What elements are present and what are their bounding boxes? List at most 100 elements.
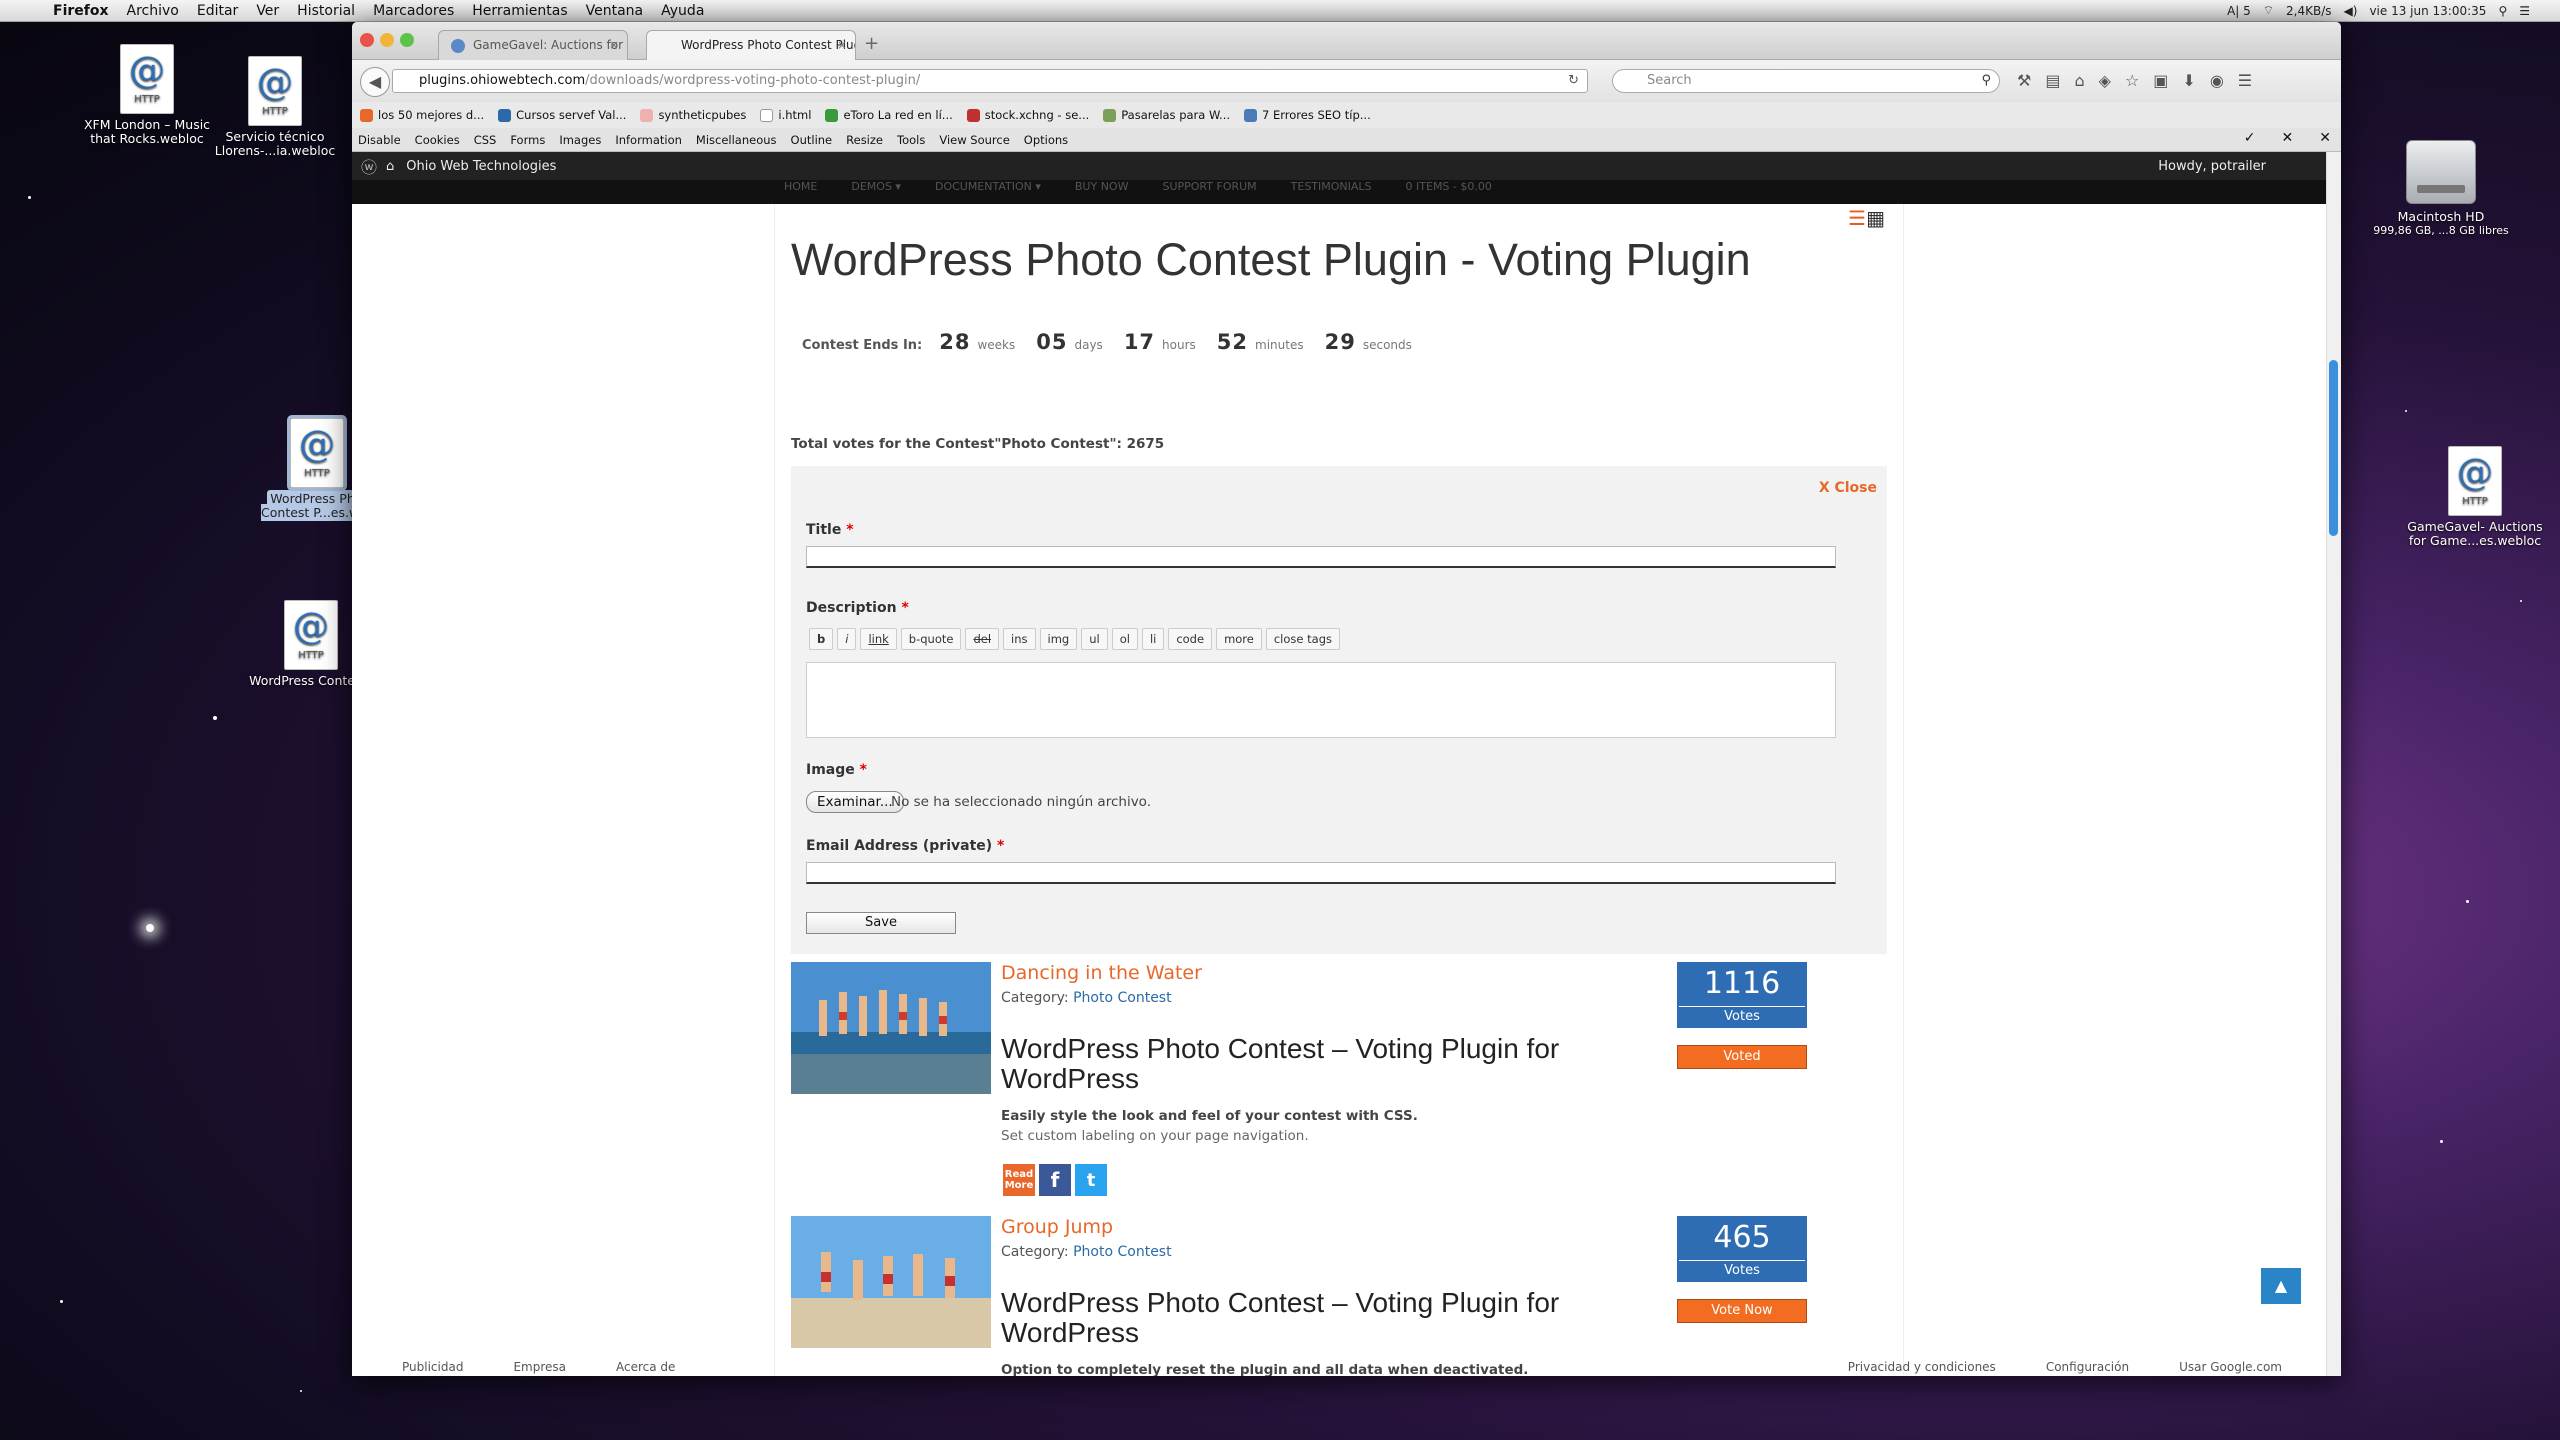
page-scrollbar[interactable] bbox=[2326, 152, 2341, 1376]
devtool-resize[interactable]: Resize bbox=[846, 133, 883, 147]
twitter-icon[interactable]: t bbox=[1075, 1164, 1107, 1196]
close-tab-icon[interactable]: × bbox=[837, 31, 847, 59]
home-icon[interactable]: ⌂ bbox=[386, 159, 394, 174]
devtool-information[interactable]: Information bbox=[615, 133, 682, 147]
tab-gamegavel[interactable]: GameGavel: Auctions for ... × bbox=[438, 30, 628, 60]
back-button[interactable]: ◀ bbox=[360, 67, 390, 97]
vote-now-button[interactable]: Vote Now bbox=[1677, 1299, 1807, 1323]
volume-icon[interactable]: ◀) bbox=[2344, 4, 2358, 18]
devtool-tools[interactable]: Tools bbox=[897, 133, 925, 147]
tab-wordpress-photo[interactable]: WordPress Photo Contest Plug... × bbox=[646, 30, 856, 60]
list-view-icon[interactable]: ☰ bbox=[1848, 206, 1866, 230]
menu-archivo[interactable]: Archivo bbox=[118, 3, 188, 19]
screenshot-icon[interactable]: ◉ bbox=[2210, 71, 2224, 90]
menu-editar[interactable]: Editar bbox=[188, 3, 247, 19]
qt-ol-button[interactable]: ol bbox=[1111, 628, 1138, 650]
bookmark-item[interactable]: Pasarelas para W... bbox=[1103, 108, 1230, 122]
voted-button[interactable]: Voted bbox=[1677, 1045, 1807, 1069]
devtool-disable[interactable]: Disable bbox=[358, 133, 401, 147]
spotlight-icon[interactable]: ⚲ bbox=[2498, 4, 2507, 18]
wifi-icon[interactable]: ⌔ bbox=[2263, 3, 2274, 18]
search-input[interactable]: Search ⚲ bbox=[1612, 69, 2000, 93]
close-window-button[interactable] bbox=[360, 33, 374, 47]
scroll-to-top-button[interactable]: ▲ bbox=[2261, 1268, 2301, 1304]
downloads-icon[interactable]: ⬇ bbox=[2182, 71, 2195, 90]
new-tab-button[interactable]: + bbox=[864, 30, 879, 58]
addon-icon[interactable]: ◈ bbox=[2099, 71, 2111, 90]
browse-file-button[interactable]: Examinar... bbox=[806, 791, 904, 813]
devtool-images[interactable]: Images bbox=[559, 133, 601, 147]
qt-bquote-button[interactable]: b-quote bbox=[900, 628, 962, 650]
nav-support-forum[interactable]: SUPPORT FORUM bbox=[1162, 180, 1256, 194]
title-input[interactable] bbox=[806, 546, 1836, 568]
qt-li-button[interactable]: li bbox=[1141, 628, 1165, 650]
menu-historial[interactable]: Historial bbox=[288, 3, 364, 19]
home-icon[interactable]: ⌂ bbox=[2074, 71, 2084, 90]
tools-icon[interactable]: ⚒ bbox=[2017, 71, 2031, 90]
qt-bold-button[interactable]: b bbox=[809, 628, 834, 650]
nav-demos[interactable]: DEMOS ▾ bbox=[851, 180, 901, 194]
qt-italic-button[interactable]: i bbox=[837, 628, 857, 650]
description-textarea[interactable] bbox=[806, 662, 1836, 738]
qt-ins-button[interactable]: ins bbox=[1003, 628, 1036, 650]
devtool-miscellaneous[interactable]: Miscellaneous bbox=[696, 133, 777, 147]
devtool-outline[interactable]: Outline bbox=[791, 133, 833, 147]
email-input[interactable] bbox=[806, 862, 1836, 884]
close-icon[interactable]: ✕ bbox=[2282, 130, 2294, 146]
clock[interactable]: vie 13 jun 13:00:35 bbox=[2369, 4, 2486, 18]
devtool-forms[interactable]: Forms bbox=[510, 133, 545, 147]
bookmark-item[interactable]: stock.xchng - se... bbox=[966, 108, 1089, 122]
devtool-css[interactable]: CSS bbox=[474, 133, 497, 147]
desktop-icon-gamegavel[interactable]: @ HTTP GameGavel- Auctions for Game...es.… bbox=[2400, 446, 2550, 548]
menu-ayuda[interactable]: Ayuda bbox=[652, 3, 713, 19]
adobe-status-icon[interactable]: A| 5 bbox=[2227, 4, 2251, 18]
zoom-window-button[interactable] bbox=[400, 33, 414, 47]
qt-img-button[interactable]: img bbox=[1039, 628, 1078, 650]
qt-code-button[interactable]: code bbox=[1168, 628, 1213, 650]
qt-link-button[interactable]: link bbox=[860, 628, 897, 650]
howdy-user[interactable]: Howdy, potrailer bbox=[2158, 159, 2326, 174]
qt-more-button[interactable]: more bbox=[1216, 628, 1262, 650]
desktop-icon-servicio[interactable]: @ HTTP Servicio técnico Llorens-...ia.web… bbox=[200, 56, 350, 158]
menu-ventana[interactable]: Ventana bbox=[577, 3, 653, 19]
read-more-button[interactable]: Read More bbox=[1003, 1164, 1035, 1196]
entry-photo[interactable] bbox=[791, 962, 991, 1094]
feed-icon[interactable]: ▤ bbox=[2045, 71, 2060, 90]
menu-marcadores[interactable]: Marcadores bbox=[364, 3, 463, 19]
menu-app[interactable]: Firefox bbox=[44, 3, 118, 19]
close-tab-icon[interactable]: × bbox=[609, 31, 619, 59]
search-icon[interactable]: ⚲ bbox=[1981, 70, 1991, 92]
bookmark-item[interactable]: los 50 mejores d... bbox=[360, 108, 484, 122]
bookmark-item[interactable]: 7 Errores SEO típ... bbox=[1244, 108, 1371, 122]
url-bar[interactable]: plugins.ohiowebtech.com/downloads/wordpr… bbox=[392, 69, 1588, 93]
bookmark-item[interactable]: syntheticpubes bbox=[640, 108, 746, 122]
nav-home[interactable]: HOME bbox=[784, 180, 817, 194]
devtool-options[interactable]: Options bbox=[1024, 133, 1068, 147]
entry-title[interactable]: Dancing in the Water bbox=[1001, 962, 1202, 984]
category-link[interactable]: Photo Contest bbox=[1073, 1244, 1172, 1260]
nav-buy-now[interactable]: BUY NOW bbox=[1075, 180, 1129, 194]
nav-cart[interactable]: 0 ITEMS - $0.00 bbox=[1406, 180, 1492, 194]
close-form-button[interactable]: X Close bbox=[1819, 480, 1877, 496]
qt-ul-button[interactable]: ul bbox=[1081, 628, 1108, 650]
wordpress-logo-icon[interactable]: ⓦ bbox=[352, 154, 386, 178]
desktop-icon-hdd[interactable]: Macintosh HD 999,86 GB, ...8 GB libres bbox=[2366, 140, 2516, 238]
entry-title[interactable]: Group Jump bbox=[1001, 1216, 1113, 1238]
menu-ver[interactable]: Ver bbox=[247, 3, 288, 19]
nav-documentation[interactable]: DOCUMENTATION ▾ bbox=[935, 180, 1041, 194]
qt-close-tags-button[interactable]: close tags bbox=[1265, 628, 1340, 650]
menu-herramientas[interactable]: Herramientas bbox=[463, 3, 576, 19]
star-icon[interactable]: ☆ bbox=[2125, 71, 2139, 90]
bookmark-item[interactable]: i.html bbox=[760, 108, 811, 122]
bookmarks-icon[interactable]: ▣ bbox=[2153, 71, 2168, 90]
site-name[interactable]: Ohio Web Technologies bbox=[406, 159, 556, 174]
save-button[interactable]: Save bbox=[806, 912, 956, 934]
bookmark-item[interactable]: Cursos servef Val... bbox=[498, 108, 626, 122]
list-icon[interactable]: ☰ bbox=[2519, 4, 2530, 18]
scrollbar-thumb[interactable] bbox=[2329, 360, 2338, 536]
devtool-cookies[interactable]: Cookies bbox=[415, 133, 460, 147]
minimize-window-button[interactable] bbox=[380, 33, 394, 47]
grid-view-icon[interactable]: ▦ bbox=[1866, 206, 1885, 230]
close-icon[interactable]: ✕ bbox=[2319, 130, 2331, 146]
category-link[interactable]: Photo Contest bbox=[1073, 990, 1172, 1006]
